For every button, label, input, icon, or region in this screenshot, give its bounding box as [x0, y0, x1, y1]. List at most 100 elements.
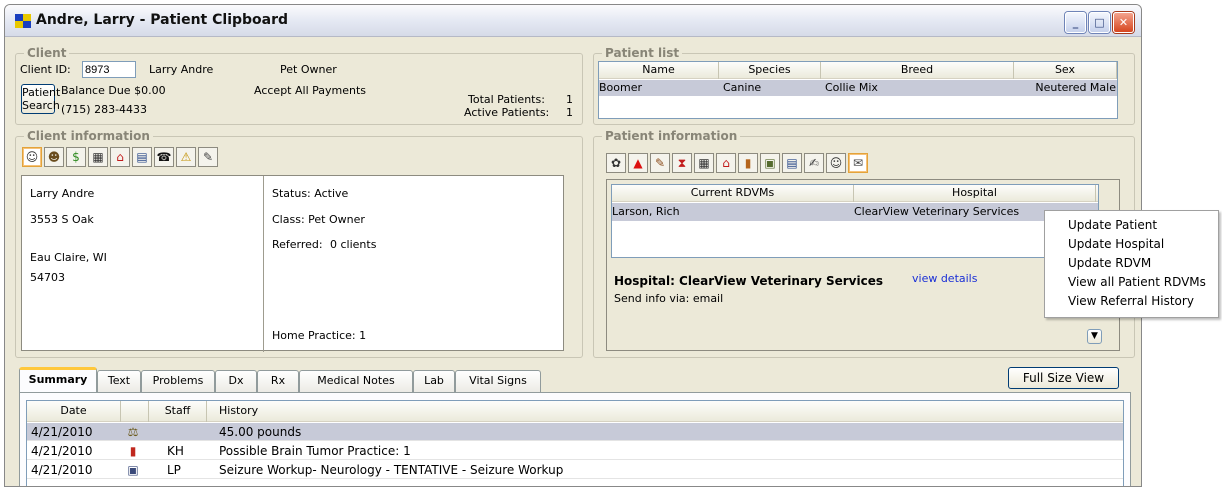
- notes-icon[interactable]: ✎: [198, 147, 218, 167]
- alert-icon[interactable]: ▲: [628, 153, 648, 173]
- client-class: Class: Pet Owner: [272, 213, 365, 226]
- column-staff[interactable]: Staff: [149, 401, 207, 422]
- client-info-divider: [263, 176, 264, 352]
- column-current-rdvms[interactable]: Current RDVMs: [612, 185, 854, 202]
- rdvm-hospital: ClearView Veterinary Services: [854, 205, 1020, 218]
- client-city-state: Eau Claire, WI: [30, 251, 107, 264]
- client-type: Pet Owner: [280, 63, 337, 76]
- menu-item-view-all-patient-rdvms[interactable]: View all Patient RDVMs: [1068, 275, 1206, 289]
- column-history[interactable]: History: [207, 401, 327, 422]
- warning-icon[interactable]: ⚠: [176, 147, 196, 167]
- tab-vital-signs[interactable]: Vital Signs: [455, 370, 541, 392]
- client-name: Larry Andre: [149, 63, 214, 76]
- payment-policy: Accept All Payments: [254, 84, 367, 97]
- history-grid[interactable]: Date Staff History 4/21/2010 ⚖ 45.00 pou…: [26, 400, 1124, 486]
- hospital-title: Hospital: ClearView Veterinary Services: [614, 274, 883, 288]
- client-info-panel: Larry Andre 3553 S Oak Eau Claire, WI 54…: [21, 175, 564, 352]
- rdvm-list-header: Current RDVMs Hospital: [612, 185, 1098, 202]
- patient-row[interactable]: Boomer Canine Collie Mix Neutered Male: [599, 80, 1117, 96]
- appointment-icon: ▣: [127, 463, 139, 477]
- people-icon[interactable]: ☻: [44, 147, 64, 167]
- referral-icon[interactable]: ✉: [848, 153, 868, 173]
- tab-text[interactable]: Text: [97, 370, 141, 392]
- client-phone: (715) 283-4433: [61, 103, 148, 116]
- column-hospital[interactable]: Hospital: [854, 185, 1096, 202]
- tab-problems[interactable]: Problems: [141, 370, 215, 392]
- invoice-icon[interactable]: ▤: [782, 153, 802, 173]
- menu-item-view-referral-history[interactable]: View Referral History: [1068, 294, 1194, 308]
- minimize-button[interactable]: _: [1065, 12, 1086, 33]
- history-date: 4/21/2010: [31, 463, 93, 477]
- calculator-icon[interactable]: ▦: [88, 147, 108, 167]
- client-information-group: Client information ☺ ☻ $ ▦ ⌂ ▤ ☎ ⚠ ✎ Larry Andre…: [15, 129, 583, 358]
- menu-item-update-patient[interactable]: Update Patient: [1068, 218, 1157, 232]
- syringe-icon[interactable]: ✎: [650, 153, 670, 173]
- patient-search-line2: Search: [22, 99, 60, 112]
- column-date[interactable]: Date: [27, 401, 121, 422]
- tab-dx[interactable]: Dx: [215, 370, 257, 392]
- tab-rx[interactable]: Rx: [257, 370, 299, 392]
- column-type[interactable]: [121, 401, 149, 422]
- client-address: 3553 S Oak: [30, 213, 94, 226]
- calculator-icon[interactable]: ▦: [694, 153, 714, 173]
- paw-icon[interactable]: ✿: [606, 153, 626, 173]
- close-button[interactable]: ✕: [1113, 12, 1134, 33]
- patient-list-view[interactable]: Name Species Breed Sex Boomer Canine Col…: [598, 61, 1118, 119]
- tab-medical-notes[interactable]: Medical Notes: [299, 370, 413, 392]
- column-sex[interactable]: Sex: [1014, 62, 1117, 79]
- minimize-icon: _: [1072, 16, 1079, 29]
- chevron-down-icon: ▼: [1091, 331, 1098, 341]
- column-name[interactable]: Name: [599, 62, 719, 79]
- notes-icon[interactable]: ✍: [804, 153, 824, 173]
- client-home-practice: Home Practice: 1: [272, 329, 367, 342]
- rdvm-row[interactable]: Larson, Rich ClearView Veterinary Servic…: [612, 203, 1098, 221]
- hourglass-icon[interactable]: ⧗: [672, 153, 692, 173]
- person-icon[interactable]: ☺: [22, 147, 42, 167]
- client-referred-label: Referred:: [272, 238, 323, 251]
- history-header: Date Staff History: [27, 401, 1123, 422]
- maximize-icon: □: [1094, 16, 1105, 29]
- patient-list-group: Patient list Name Species Breed Sex Boom…: [593, 46, 1135, 125]
- column-species[interactable]: Species: [719, 62, 821, 79]
- client-group: Client Client ID: Larry Andre Pet Owner …: [15, 46, 583, 125]
- person-icon[interactable]: ☺: [826, 153, 846, 173]
- patient-search-button[interactable]: Patient Search: [21, 84, 60, 114]
- patient-species: Canine: [723, 81, 762, 94]
- view-details-link[interactable]: view details: [912, 272, 977, 285]
- history-staff: LP: [167, 463, 181, 477]
- dollar-icon[interactable]: $: [66, 147, 86, 167]
- app-icon: [15, 14, 31, 28]
- client-id-label: Client ID:: [20, 63, 71, 76]
- folder-icon[interactable]: ▣: [760, 153, 780, 173]
- invoice-icon[interactable]: ▤: [132, 147, 152, 167]
- tab-summary[interactable]: Summary: [19, 367, 97, 393]
- history-row[interactable]: 4/21/2010 ⚖ 45.00 pounds: [27, 423, 1123, 441]
- patient-list-header: Name Species Breed Sex: [599, 62, 1117, 79]
- full-size-view-button[interactable]: Full Size View: [1008, 367, 1119, 389]
- menu-item-update-rdvm[interactable]: Update RDVM: [1068, 256, 1151, 270]
- house-icon[interactable]: ⌂: [716, 153, 736, 173]
- history-date: 4/21/2010: [31, 444, 93, 458]
- client-id-field[interactable]: [82, 61, 136, 78]
- expand-button[interactable]: ▼: [1087, 329, 1102, 344]
- phone-icon[interactable]: ☎: [154, 147, 174, 167]
- client-referred-value: 0 clients: [330, 238, 377, 251]
- problem-icon: ▮: [129, 444, 137, 458]
- client-zip: 54703: [30, 271, 65, 284]
- history-row[interactable]: 4/21/2010 ▣ LP Seizure Workup- Neurology…: [27, 461, 1123, 479]
- title-bar[interactable]: Andre, Larry - Patient Clipboard _ □ ✕: [5, 5, 1141, 37]
- client-info-toolbar: ☺ ☻ $ ▦ ⌂ ▤ ☎ ⚠ ✎: [22, 147, 218, 167]
- history-staff: KH: [167, 444, 184, 458]
- rdvm-name: Larson, Rich: [612, 205, 680, 218]
- maximize-button[interactable]: □: [1089, 12, 1110, 33]
- active-patients-value: 1: [566, 106, 573, 119]
- history-row[interactable]: 4/21/2010 ▮ KH Possible Brain Tumor Prac…: [27, 442, 1123, 460]
- menu-item-update-hospital[interactable]: Update Hospital: [1068, 237, 1164, 251]
- patient-breed: Collie Mix: [825, 81, 878, 94]
- tab-lab[interactable]: Lab: [413, 370, 455, 392]
- window-title: Andre, Larry - Patient Clipboard: [36, 12, 289, 28]
- rdvm-list-view[interactable]: Current RDVMs Hospital Larson, Rich Clea…: [611, 184, 1099, 258]
- column-breed[interactable]: Breed: [821, 62, 1014, 79]
- house-icon[interactable]: ⌂: [110, 147, 130, 167]
- door-icon[interactable]: ▮: [738, 153, 758, 173]
